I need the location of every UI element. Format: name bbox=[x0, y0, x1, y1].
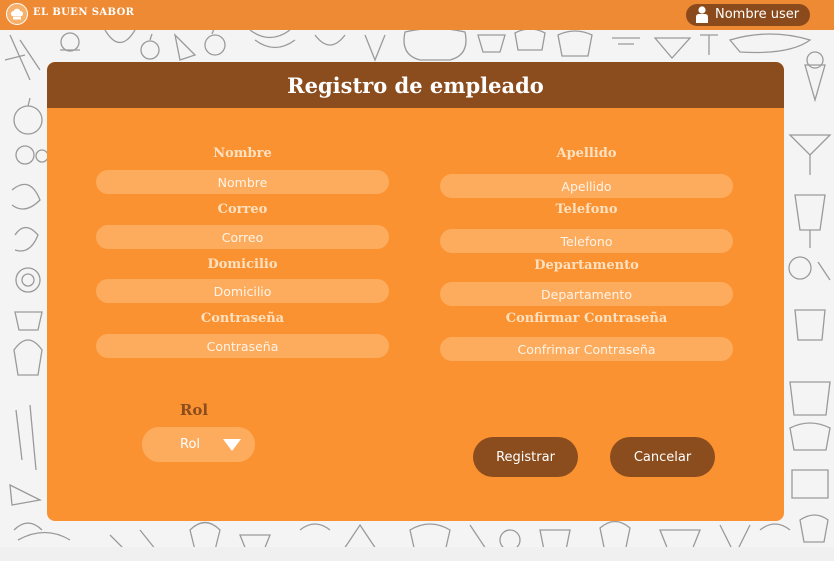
label-domicilio: Domicilio bbox=[207, 257, 278, 272]
departamento-input[interactable] bbox=[440, 282, 733, 306]
caret-down-icon bbox=[223, 439, 241, 451]
label-contrasena: Contraseña bbox=[200, 311, 285, 326]
registrar-button[interactable]: Registrar bbox=[473, 437, 578, 477]
label-telefono: Telefono bbox=[555, 202, 618, 217]
user-name: Nombre user bbox=[715, 7, 800, 22]
card-header: Registro de empleado bbox=[47, 62, 784, 108]
correo-input[interactable] bbox=[96, 225, 389, 249]
cancelar-button[interactable]: Cancelar bbox=[610, 437, 715, 477]
user-icon bbox=[696, 6, 708, 23]
label-departamento: Departamento bbox=[534, 258, 639, 273]
telefono-input[interactable] bbox=[440, 229, 733, 253]
registration-card: Registro de empleado Nombre Correo Domic… bbox=[47, 62, 784, 521]
label-apellido: Apellido bbox=[556, 146, 617, 161]
domicilio-input[interactable] bbox=[96, 279, 389, 303]
chef-hat-icon[interactable] bbox=[6, 3, 28, 25]
brand-name: EL BUEN SABOR bbox=[33, 7, 135, 18]
label-correo: Correo bbox=[217, 202, 268, 217]
user-menu-button[interactable]: Nombre user bbox=[686, 4, 810, 26]
nombre-input[interactable] bbox=[96, 170, 389, 194]
rol-label: Rol bbox=[179, 401, 209, 419]
page-title: Registro de empleado bbox=[287, 73, 544, 98]
apellido-input[interactable] bbox=[440, 174, 733, 198]
label-nombre: Nombre bbox=[213, 146, 272, 161]
bottom-strip bbox=[0, 547, 834, 561]
rol-selected-value: Rol bbox=[180, 437, 201, 452]
contrasena-input[interactable] bbox=[96, 334, 389, 358]
confirmar-contrasena-input[interactable] bbox=[440, 337, 733, 361]
label-confirmar-contrasena: Confirmar Contraseña bbox=[505, 311, 668, 326]
rol-select[interactable]: Rol bbox=[142, 427, 255, 462]
top-bar: EL BUEN SABOR Nombre user bbox=[0, 0, 834, 30]
